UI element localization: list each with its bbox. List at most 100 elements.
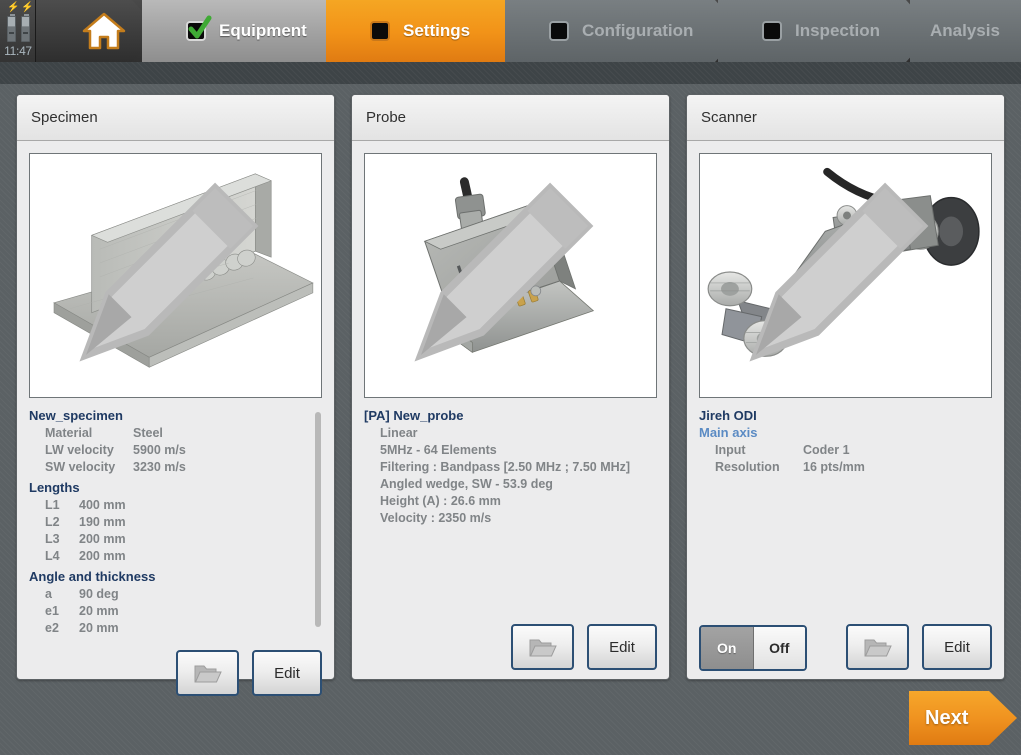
tab-settings-label: Settings [403,21,471,40]
scanner-photo[interactable] [699,153,992,398]
next-button[interactable]: Next [909,691,1017,745]
length-value: 200 mm [79,532,126,546]
pencil-icon[interactable] [699,153,985,393]
specimen-name: New_specimen [29,408,123,423]
property-value: Coder 1 [803,443,850,457]
folder-open-icon [529,639,557,657]
tab-analysis[interactable]: Analysis [910,0,1021,62]
checkbox-square-icon [549,21,569,41]
tab-analysis-label: Analysis [930,21,1000,40]
length-key: L1 [45,498,60,512]
panel-probe-title: Probe [366,109,407,126]
specimen-property-row: LW velocity 5900 m/s [29,442,308,459]
probe-photo[interactable]: LINEAR [364,153,657,398]
specimen-length-row: L4 200 mm [29,548,308,565]
tab-inspection-label: Inspection [795,21,881,40]
specimen-angle-row: e2 20 mm [29,620,308,637]
property-key: SW velocity [45,460,116,474]
specimen-scrollbar-thumb[interactable] [315,412,321,628]
panel-probe: Probe [PA] New_probe Linear 5MHz - 64 El… [351,94,670,680]
property-value: 5900 m/s [133,443,186,457]
probe-detail-line: Linear [380,426,418,440]
tab-inspection[interactable]: Inspection [718,0,934,62]
probe-footer: Edit [352,623,669,679]
check-mark-icon [188,15,212,39]
property-value: Steel [133,426,163,440]
battery-charging-icon-2 [21,14,30,42]
next-button-label: Next [925,706,969,729]
checkbox-square-icon [762,21,782,41]
angle-key: e2 [45,621,59,635]
scanner-edit-button[interactable]: Edit [922,624,992,670]
scanner-property-row: Input Coder 1 [699,442,978,459]
length-key: L2 [45,515,60,529]
panel-specimen: Specimen New_specimen Material Steel LW … [16,94,335,696]
panel-scanner: Scanner Jireh ODI Main axis Input Coder … [686,94,1005,680]
charging-bolt-icon-2: ⚡ [21,2,34,13]
tab-configuration[interactable]: Configuration [505,0,743,62]
probe-name: [PA] New_probe [364,408,464,423]
home-icon [82,12,126,50]
status-cluster: ⚡ ⚡ 11:47 [0,0,36,62]
probe-detail-line: 5MHz - 64 Elements [380,443,497,457]
probe-detail-line: Velocity : 2350 m/s [380,511,492,525]
specimen-lengths-heading: Lengths [29,480,80,495]
angle-value: 20 mm [79,604,119,618]
length-value: 400 mm [79,498,126,512]
angle-value: 90 deg [79,587,119,601]
probe-open-button[interactable] [511,624,574,670]
tab-equipment-label: Equipment [219,21,307,40]
probe-info: [PA] New_probe Linear 5MHz - 64 Elements… [364,408,657,611]
property-key: Input [715,443,746,457]
property-value: 3230 m/s [133,460,186,474]
panel-probe-body: LINEAR [352,141,669,623]
length-key: L4 [45,549,60,563]
panel-scanner-header: Scanner [687,95,1004,141]
scanner-property-row: Resolution 16 pts/mm [699,459,978,476]
scanner-open-button[interactable] [846,624,909,670]
length-key: L3 [45,532,60,546]
probe-detail-line: Filtering : Bandpass [2.50 MHz ; 7.50 MH… [380,460,631,474]
top-navigation-bar: ⚡ ⚡ 11:47 Equipment Settings Configurati… [0,0,1021,62]
pencil-icon[interactable] [29,153,315,393]
specimen-angle-row: e1 20 mm [29,603,308,620]
folder-open-icon [194,665,222,683]
equipment-panels: Specimen New_specimen Material Steel LW … [16,94,1006,696]
panel-specimen-header: Specimen [17,95,334,141]
probe-detail-line: Angled wedge, SW - 53.9 deg [380,477,553,491]
property-key: Resolution [715,460,780,474]
specimen-info: New_specimen Material Steel LW velocity … [29,408,322,637]
tab-equipment[interactable]: Equipment [142,0,358,62]
scanner-toggle-off[interactable]: Off [753,627,805,669]
tab-configuration-label: Configuration [582,21,694,40]
panel-specimen-title: Specimen [31,109,98,126]
probe-detail-line: Height (A) : 26.6 mm [380,494,501,508]
panel-scanner-body: Jireh ODI Main axis Input Coder 1 Resolu… [687,141,1004,623]
specimen-photo[interactable] [29,153,322,398]
pencil-icon[interactable] [364,153,650,393]
scanner-name: Jireh ODI [699,408,757,423]
tab-settings[interactable]: Settings [326,0,536,62]
specimen-scrollbar[interactable] [314,408,322,637]
charging-bolt-icon-1: ⚡ [7,2,20,13]
specimen-angle-heading: Angle and thickness [29,569,156,584]
property-value: 16 pts/mm [803,460,865,474]
length-value: 200 mm [79,549,126,563]
folder-open-icon [864,639,892,657]
home-button[interactable] [36,0,160,62]
scanner-toggle-on[interactable]: On [701,627,754,669]
checkbox-square-icon [370,21,390,41]
toolbar-shadow-band [0,62,1021,84]
specimen-edit-button[interactable]: Edit [252,650,322,696]
probe-edit-button[interactable]: Edit [587,624,657,670]
angle-value: 20 mm [79,621,119,635]
scanner-power-toggle[interactable]: On Off [699,625,807,671]
specimen-property-row: Material Steel [29,425,308,442]
specimen-length-row: L2 190 mm [29,514,308,531]
panel-probe-header: Probe [352,95,669,141]
specimen-footer: Edit [17,649,334,705]
specimen-open-button[interactable] [176,650,239,696]
panel-specimen-body: New_specimen Material Steel LW velocity … [17,141,334,649]
property-key: Material [45,426,93,440]
clock-label: 11:47 [4,44,32,58]
